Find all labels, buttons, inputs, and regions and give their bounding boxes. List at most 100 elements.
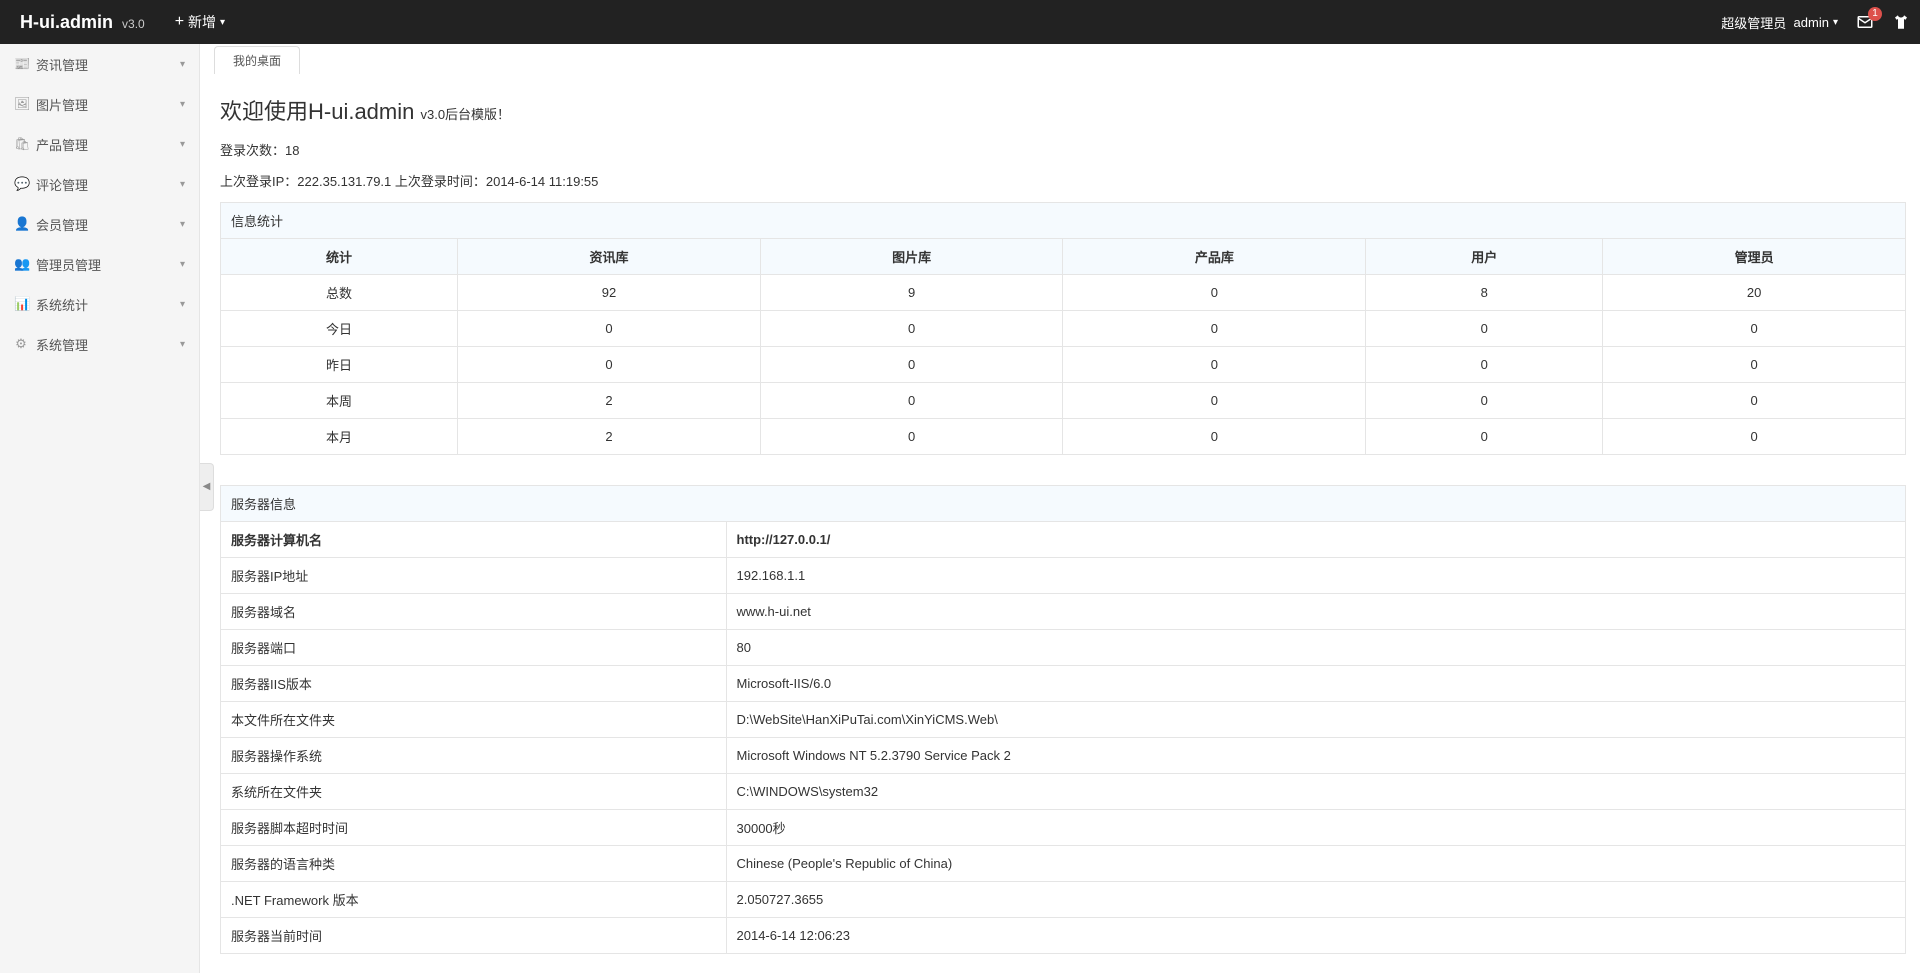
chevron-down-icon: ▾ (180, 99, 185, 110)
stats-col-header: 管理员 (1603, 239, 1906, 275)
stats-cell: 0 (1063, 419, 1366, 455)
menu-icon: 👤 (14, 216, 28, 232)
page-title: 欢迎使用H-ui.admin v3.0后台模版！ (220, 94, 1906, 126)
server-key: 服务器IP地址 (221, 558, 727, 594)
menu-icon: 📊 (14, 296, 28, 312)
stats-cell: 92 (458, 275, 761, 311)
sidebar-item-label: 系统管理 (36, 335, 88, 354)
add-button[interactable]: + 新增 ▾ (175, 12, 225, 32)
user-menu[interactable]: 超级管理员 admin ▾ (1721, 13, 1838, 32)
stats-col-header: 用户 (1366, 239, 1603, 275)
stats-cell: 8 (1366, 275, 1603, 311)
table-row: 服务器域名www.h-ui.net (221, 594, 1906, 630)
menu-icon: ⚙ (14, 336, 28, 352)
sidebar-item-7[interactable]: ⚙ 系统管理 ▾ (0, 324, 199, 364)
chevron-down-icon: ▾ (180, 219, 185, 230)
menu-icon: 🛍 (14, 136, 28, 152)
stats-cell: 0 (1063, 347, 1366, 383)
stats-row-label: 今日 (221, 311, 458, 347)
server-value: http://127.0.0.1/ (726, 522, 1906, 558)
messages-button[interactable]: 1 (1856, 13, 1874, 31)
tab-bar: 我的桌面 (214, 44, 1920, 74)
server-key: 服务器计算机名 (221, 522, 727, 558)
stats-cell: 9 (760, 275, 1063, 311)
sidebar-item-1[interactable]: 🖼图片管理▾ (0, 84, 199, 124)
stats-cell: 0 (760, 383, 1063, 419)
stats-col-header: 统计 (221, 239, 458, 275)
chevron-down-icon: ▾ (180, 259, 185, 270)
table-row: 昨日00000 (221, 347, 1906, 383)
server-key: 服务器脚本超时时间 (221, 810, 727, 846)
stats-cell: 0 (1366, 347, 1603, 383)
stats-cell: 0 (1366, 311, 1603, 347)
stats-cell: 0 (760, 347, 1063, 383)
stats-cell: 0 (1603, 383, 1906, 419)
sidebar-item-label: 资讯管理 (36, 55, 88, 74)
stats-cell: 2 (458, 419, 761, 455)
table-row: 服务器当前时间2014-6-14 12:06:23 (221, 918, 1906, 954)
server-value: Microsoft-IIS/6.0 (726, 666, 1906, 702)
stats-cell: 0 (1063, 383, 1366, 419)
sidebar-item-4[interactable]: 👤会员管理▾ (0, 204, 199, 244)
server-key: 服务器的语言种类 (221, 846, 727, 882)
user-name: admin (1794, 15, 1829, 30)
sidebar-collapse-handle[interactable]: ◀ (200, 463, 214, 511)
table-row: 服务器计算机名http://127.0.0.1/ (221, 522, 1906, 558)
server-value: 2.050727.3655 (726, 882, 1906, 918)
stats-cell: 0 (1603, 311, 1906, 347)
stats-col-header: 资讯库 (458, 239, 761, 275)
stats-cell: 20 (1603, 275, 1906, 311)
table-row: .NET Framework 版本2.050727.3655 (221, 882, 1906, 918)
stats-cell: 0 (760, 419, 1063, 455)
chevron-down-icon: ▾ (1833, 17, 1838, 28)
stats-cell: 0 (1603, 419, 1906, 455)
table-row: 本月20000 (221, 419, 1906, 455)
server-key: .NET Framework 版本 (221, 882, 727, 918)
sidebar-item-6[interactable]: 📊系统统计▾ (0, 284, 199, 324)
table-row: 服务器端口80 (221, 630, 1906, 666)
title-sub: v3.0后台模版！ (420, 107, 510, 122)
stats-col-header: 产品库 (1063, 239, 1366, 275)
table-row: 今日00000 (221, 311, 1906, 347)
sidebar-item-0[interactable]: 📰资讯管理▾ (0, 44, 199, 84)
stats-cell: 0 (1366, 419, 1603, 455)
user-role: 超级管理员 (1721, 13, 1786, 32)
stats-cell: 0 (458, 347, 761, 383)
tab-desktop[interactable]: 我的桌面 (214, 46, 300, 74)
sidebar-item-2[interactable]: 🛍产品管理▾ (0, 124, 199, 164)
table-row: 本周20000 (221, 383, 1906, 419)
message-badge: 1 (1868, 7, 1882, 21)
header: H-ui.admin v3.0 + 新增 ▾ 超级管理员 admin ▾ 1 (0, 0, 1920, 44)
server-value: C:\WINDOWS\system32 (726, 774, 1906, 810)
server-key: 服务器域名 (221, 594, 727, 630)
server-value: Chinese (People's Republic of China) (726, 846, 1906, 882)
chevron-down-icon: ▾ (180, 339, 185, 350)
logo-name: H-ui.admin (20, 12, 113, 32)
chevron-down-icon: ▾ (220, 17, 225, 28)
login-count-line: 登录次数：18 (220, 140, 1906, 159)
logo[interactable]: H-ui.admin v3.0 (20, 12, 145, 33)
sidebar-item-3[interactable]: 💬 评论管理 ▾ (0, 164, 199, 204)
skin-button[interactable] (1892, 13, 1910, 31)
stats-row-label: 总数 (221, 275, 458, 311)
server-value: 80 (726, 630, 1906, 666)
sidebar-item-label: 产品管理 (36, 135, 88, 154)
stats-cell: 0 (458, 311, 761, 347)
menu-icon: 💬 (14, 176, 28, 192)
stats-cell: 0 (1063, 311, 1366, 347)
server-value: 192.168.1.1 (726, 558, 1906, 594)
menu-icon: 🖼 (14, 96, 28, 112)
sidebar-item-label: 评论管理 (36, 175, 88, 194)
chevron-down-icon: ▾ (180, 179, 185, 190)
sidebar-item-5[interactable]: 👥管理员管理▾ (0, 244, 199, 284)
stats-cell: 0 (1603, 347, 1906, 383)
chevron-down-icon: ▾ (180, 59, 185, 70)
sidebar: 📰资讯管理▾🖼图片管理▾🛍产品管理▾💬评论管理▾👤会员管理▾👥管理员管理▾📊系统… (0, 44, 200, 973)
welcome-block: 欢迎使用H-ui.admin v3.0后台模版！ 登录次数：18 上次登录IP：… (220, 94, 1906, 190)
header-left: H-ui.admin v3.0 + 新增 ▾ (20, 12, 225, 33)
stats-row-label: 昨日 (221, 347, 458, 383)
table-row: 服务器的语言种类Chinese (People's Republic of Ch… (221, 846, 1906, 882)
plus-icon: + (175, 13, 184, 31)
table-row: 总数9290820 (221, 275, 1906, 311)
server-key: 本文件所在文件夹 (221, 702, 727, 738)
